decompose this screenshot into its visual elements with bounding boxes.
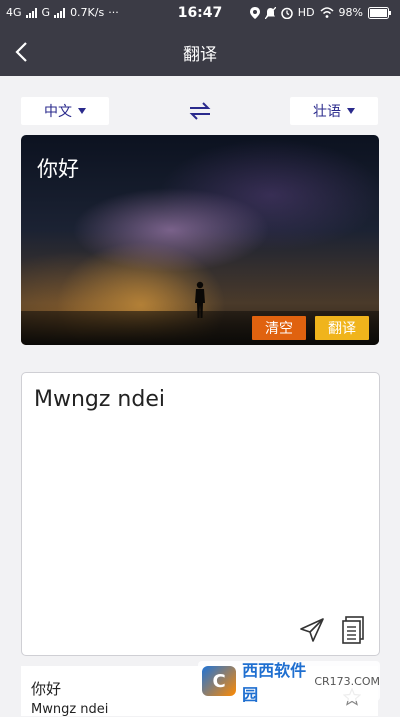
alarm-icon <box>281 7 293 19</box>
hd-label: HD <box>297 6 315 19</box>
caret-down-icon <box>347 108 355 114</box>
send-icon[interactable] <box>299 617 325 643</box>
page-title: 翻译 <box>183 45 217 65</box>
source-language-selector[interactable]: 中文 <box>21 97 109 125</box>
history-source-text: 你好 <box>31 680 62 698</box>
watermark-logo: C <box>202 666 237 696</box>
translation-text: Mwngz ndei <box>34 387 165 412</box>
mute-bell-icon <box>264 6 276 19</box>
history-target-text: Mwngz ndei <box>31 702 109 717</box>
status-bar: 4G G 0.7K/s ··· 16:47 HD 98% <box>0 0 400 27</box>
person-silhouette <box>195 281 205 318</box>
clear-button[interactable]: 清空 <box>252 316 306 340</box>
caret-down-icon <box>78 108 86 114</box>
battery-label: 98% <box>338 6 363 19</box>
watermark-site: CR173.COM <box>314 674 380 688</box>
swap-languages-icon[interactable] <box>187 100 213 122</box>
translation-result-panel: Mwngz ndei <box>21 372 380 656</box>
wifi-icon <box>320 7 334 18</box>
copy-icon[interactable] <box>342 616 364 644</box>
source-language-label: 中文 <box>44 104 72 120</box>
app-bar: 翻译 <box>0 27 400 76</box>
watermark-name: 西西软件园 <box>242 661 307 704</box>
source-text[interactable]: 你好 <box>37 153 79 183</box>
target-language-selector[interactable]: 壮语 <box>290 97 378 125</box>
watermark: C 西西软件园 CR173.COM <box>198 661 380 704</box>
source-input-panel[interactable]: 你好 <box>21 135 379 345</box>
translate-button[interactable]: 翻译 <box>315 316 369 340</box>
target-language-label: 壮语 <box>313 104 341 120</box>
battery-icon <box>368 6 391 19</box>
status-right: HD 98% <box>249 6 392 19</box>
location-icon <box>249 6 260 19</box>
